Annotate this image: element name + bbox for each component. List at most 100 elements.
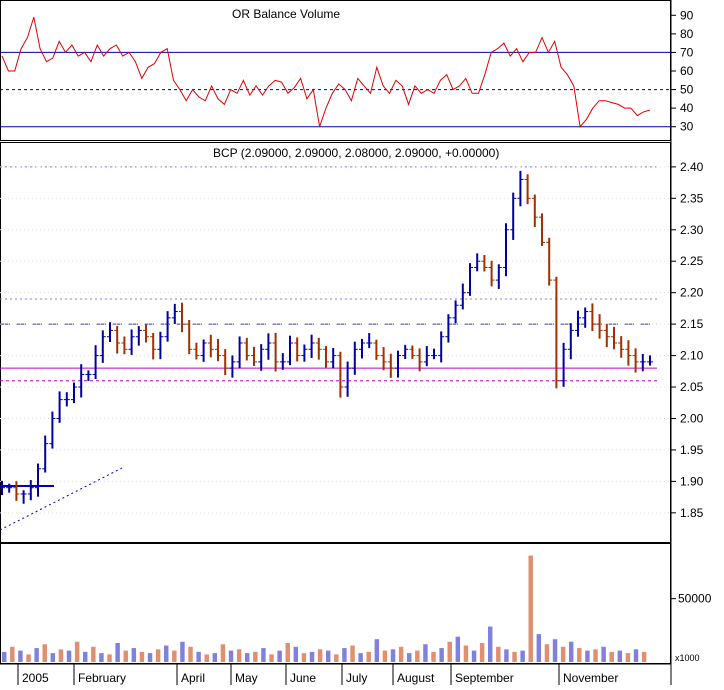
volume-unit-label: x1000	[675, 653, 700, 663]
rsi-tick-label: 40	[680, 101, 694, 115]
volume-bar	[455, 636, 461, 662]
volume-bar	[188, 646, 193, 662]
volume-bar	[390, 649, 396, 662]
volume-bar	[301, 653, 307, 662]
volume-bar	[358, 653, 363, 662]
rsi-series-line	[1, 16, 651, 128]
volume-bar	[18, 650, 23, 662]
volume-bar	[407, 653, 412, 662]
price-tick-label: 2.10	[680, 349, 704, 363]
price-tick-label: 1.90	[680, 474, 704, 488]
grid-layer	[0, 51, 671, 514]
x-axis-label: September	[455, 671, 514, 685]
volume-bar	[131, 648, 137, 662]
volume-bar	[601, 646, 606, 662]
rsi-tick-label: 90	[680, 8, 694, 22]
volume-bar	[471, 650, 477, 662]
price-tick-label: 2.20	[680, 286, 704, 300]
volume-bar	[342, 648, 347, 662]
x-axis-label: 2005	[22, 671, 49, 685]
volume-bar	[528, 555, 533, 662]
volume-bar	[577, 648, 582, 662]
volume-bar	[439, 648, 444, 662]
volume-bar	[139, 651, 145, 662]
volume-bar	[552, 639, 558, 662]
volume-bar	[447, 641, 452, 662]
volume-bar	[326, 650, 331, 662]
chart-root: 30 40 50 60 70 80 90 1.85 1.90 1.95 2.00 2.05 2.10 2.…	[0, 0, 724, 690]
volume-bar	[415, 650, 420, 662]
volume-bar	[164, 645, 169, 662]
x-axis-label: July	[346, 671, 367, 685]
volume-bar	[123, 650, 128, 662]
volume-bar	[236, 649, 242, 662]
volume-bar	[91, 646, 96, 662]
volume-bar	[585, 650, 590, 662]
volume-bar	[544, 644, 550, 662]
volume-bar	[50, 653, 56, 662]
volume-bar	[479, 643, 485, 662]
rsi-tick-label: 50	[680, 83, 694, 97]
volume-bar	[107, 654, 112, 662]
price-tick-label: 2.00	[680, 411, 704, 425]
price-tick-label: 2.40	[680, 160, 704, 174]
price-layer	[0, 170, 653, 531]
volume-bar	[350, 645, 355, 662]
x-axis-label: April	[181, 671, 205, 685]
volume-bar	[83, 651, 88, 662]
rsi-panel-frame	[0, 0, 671, 141]
volume-bar	[196, 651, 201, 662]
volume-bar	[536, 634, 542, 662]
volume-bar	[2, 651, 7, 662]
price-tick-label: 2.15	[680, 317, 704, 331]
volume-bar	[633, 649, 639, 662]
volume-bar	[277, 650, 282, 662]
x-axis-label: May	[235, 671, 258, 685]
rsi-tick-label: 70	[680, 45, 694, 59]
volume-bar	[212, 653, 218, 662]
x-axis-label: November	[563, 671, 618, 685]
volume-bar	[99, 653, 104, 662]
volume-bar	[293, 646, 299, 662]
volume-bar	[560, 646, 566, 662]
volume-bar	[504, 649, 509, 662]
volume-bar	[66, 650, 72, 662]
volume-bar	[317, 649, 323, 662]
price-panel-title: BCP (2.09000, 2.09000, 2.08000, 2.09000,…	[213, 146, 499, 160]
volume-bar	[155, 649, 161, 662]
volume-layer	[2, 555, 647, 662]
volume-bar	[42, 644, 47, 662]
price-tick-label: 2.35	[680, 191, 704, 205]
volume-bar	[366, 651, 371, 662]
volume-bar	[617, 650, 623, 662]
volume-bar	[204, 654, 209, 662]
volume-tick-label: 50000	[678, 592, 712, 606]
price-tick-label: 1.95	[680, 443, 704, 457]
volume-bar	[334, 654, 339, 662]
volume-bar	[309, 651, 315, 662]
volume-bar	[261, 648, 266, 662]
x-axis-label: August	[397, 671, 435, 685]
volume-bar	[34, 648, 39, 662]
volume-bar	[115, 643, 120, 662]
price-tick-label: 1.85	[680, 506, 704, 520]
x-axis-label: June	[290, 671, 316, 685]
volume-bar	[180, 641, 185, 662]
volume-bar	[488, 626, 493, 662]
volume-bar	[382, 650, 388, 662]
volume-bar	[398, 646, 404, 662]
volume-bar	[26, 654, 31, 662]
volume-bar	[569, 641, 574, 662]
volume-bar	[520, 650, 525, 662]
trend-line	[0, 466, 125, 531]
volume-bar	[228, 650, 234, 662]
volume-bar	[245, 653, 250, 662]
rsi-tick-label: 80	[680, 27, 694, 41]
volume-bar	[593, 649, 598, 662]
rsi-panel-title: OR Balance Volume	[232, 7, 340, 21]
volume-bar	[512, 651, 517, 662]
volume-bar	[431, 651, 436, 662]
volume-bar	[609, 651, 614, 662]
volume-bar	[625, 653, 631, 662]
stock-chart: 30 40 50 60 70 80 90 1.85 1.90 1.95 2.00 2.05 2.10 2.…	[0, 0, 712, 685]
